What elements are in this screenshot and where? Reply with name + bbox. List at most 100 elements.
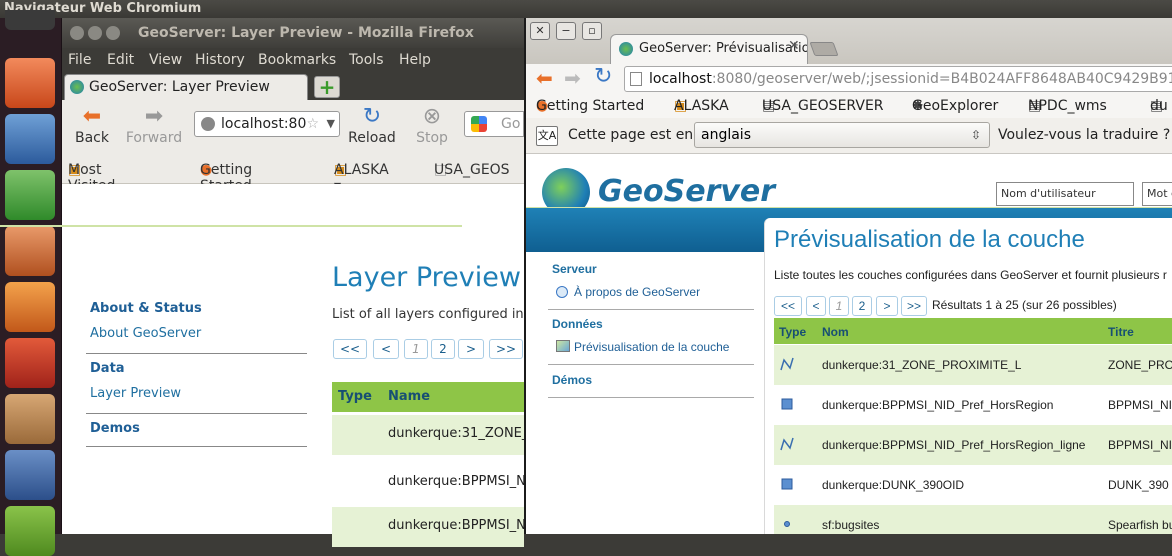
line-layer-icon: [780, 357, 794, 371]
column-title: Titre: [1108, 325, 1134, 339]
pager-page-1[interactable]: 1: [404, 339, 428, 359]
geoserver-favicon-icon: [70, 80, 84, 94]
pager-prev[interactable]: <: [806, 296, 826, 316]
menu-history[interactable]: History: [195, 52, 245, 68]
table-row: dunkerque:DUNK_390OID DUNK_390: [774, 465, 1172, 505]
column-name: Name: [388, 389, 431, 404]
maximize-icon[interactable]: ▫: [582, 22, 602, 40]
new-tab-icon[interactable]: [809, 42, 839, 56]
menu-bookmarks[interactable]: Bookmarks: [258, 52, 336, 68]
menu-file[interactable]: File: [68, 52, 91, 68]
launcher: [0, 10, 62, 556]
pager-last[interactable]: >>: [901, 296, 927, 316]
bookmarks-bar: ● Getting Started ▣ ALASKA ▤ USA_GEOSERV…: [526, 94, 1172, 118]
menu-edit[interactable]: Edit: [107, 52, 134, 68]
column-name: Nom: [822, 325, 849, 339]
menu-help[interactable]: Help: [399, 52, 431, 68]
sidebar-heading-data: Data: [90, 361, 125, 376]
settings-icon[interactable]: [5, 338, 55, 388]
column-type: Type: [779, 325, 807, 339]
tab-layer-preview[interactable]: GeoServer: Layer Preview: [64, 74, 308, 100]
tab-close-icon[interactable]: ✕: [788, 38, 800, 54]
minimize-icon[interactable]: [88, 26, 102, 40]
pager-next[interactable]: >: [876, 296, 898, 316]
polygon-layer-icon: [781, 478, 793, 490]
close-icon[interactable]: ✕: [530, 22, 550, 40]
results-count: Résultats 1 à 25 (sur 26 possibles): [932, 298, 1117, 312]
page-title: Layer Preview: [332, 262, 521, 293]
bookmark-star-icon[interactable]: ☆: [306, 112, 319, 136]
password-input[interactable]: Mot d: [1142, 182, 1172, 206]
tab-previsualisation[interactable]: GeoServer: Prévisualisatio: [610, 34, 808, 64]
bookmarks-toolbar: ▣ Most Visited ▾ ● Getting Started ▣ALAS…: [62, 158, 524, 210]
table-row: dunkerque:31_ZONE_: [332, 415, 528, 455]
back-arrow-icon[interactable]: ⬅: [536, 66, 553, 90]
nav-item-preview[interactable]: Prévisualisation de la couche: [574, 340, 729, 354]
info-icon: [556, 286, 568, 298]
top-panel-title: Navigateur Web Chromium: [0, 0, 1172, 18]
search-input[interactable]: Go: [464, 111, 524, 137]
table-row: dunkerque:BPPMSI_N: [332, 463, 526, 503]
reload-icon[interactable]: ↻: [594, 64, 612, 89]
software-center-icon[interactable]: [5, 282, 55, 332]
back-arrow-icon: ⬅: [82, 104, 102, 129]
postgresql-icon[interactable]: [5, 450, 55, 500]
layer-preview-icon: [556, 340, 570, 352]
language-select[interactable]: anglais ⇳: [694, 122, 990, 148]
chevron-updown-icon: ⇳: [970, 128, 981, 142]
pager-first[interactable]: <<: [774, 296, 802, 316]
geoserver-logo-text: GeoServer: [598, 174, 776, 209]
pager-page-2[interactable]: 2: [431, 339, 455, 359]
calc-icon[interactable]: [5, 170, 55, 220]
menu-tools[interactable]: Tools: [349, 52, 384, 68]
tab-strip: ✕ − ▫ GeoServer: Prévisualisatio ✕: [526, 18, 1172, 64]
reload-button[interactable]: ↻ Reload: [342, 104, 402, 146]
forward-button[interactable]: ➡ Forward: [124, 104, 184, 146]
page-description: Liste toutes les couches configurées dan…: [774, 268, 1167, 282]
page-icon: [630, 72, 642, 86]
dash-icon[interactable]: [5, 10, 55, 30]
impress-icon[interactable]: [5, 226, 55, 276]
translate-question: Voulez-vous la traduire ?: [998, 127, 1171, 143]
pager-first[interactable]: <<: [333, 339, 367, 359]
pager-prev[interactable]: <: [373, 339, 399, 359]
pager-page-1[interactable]: 1: [829, 296, 849, 316]
translate-label: Cette page est en: [568, 127, 694, 143]
tab-title: GeoServer: Layer Preview: [89, 79, 270, 95]
stop-button[interactable]: ⊗ Stop: [402, 104, 462, 146]
reload-icon: ↻: [362, 104, 382, 129]
window-title: GeoServer: Layer Preview - Mozilla Firef…: [62, 18, 524, 48]
menu-view[interactable]: View: [149, 52, 182, 68]
maximize-icon[interactable]: [106, 26, 120, 40]
google-icon: [471, 116, 487, 132]
writer-icon[interactable]: [5, 114, 55, 164]
forward-arrow-icon[interactable]: ➡: [564, 66, 581, 90]
new-tab-icon[interactable]: +: [314, 76, 340, 98]
username-input[interactable]: Nom d'utilisateur: [996, 182, 1134, 206]
page-description: List of all layers configured in: [332, 307, 524, 322]
url-bar[interactable]: localhost:80 ☆ ▼: [194, 111, 340, 137]
point-layer-icon: [784, 521, 790, 527]
files-icon[interactable]: [5, 58, 55, 108]
pager-next[interactable]: >: [458, 339, 484, 359]
nav-item-apropos[interactable]: À propos de GeoServer: [574, 285, 700, 299]
menubar: File Edit View History Bookmarks Tools H…: [62, 48, 524, 74]
minimize-icon[interactable]: −: [556, 22, 576, 40]
back-button[interactable]: ⬅ Back: [62, 104, 122, 146]
app-icon[interactable]: [5, 506, 55, 556]
close-icon[interactable]: [70, 26, 84, 40]
nav-heading-demos[interactable]: Démos: [552, 373, 592, 387]
sidebar-item-layer-preview[interactable]: Layer Preview: [90, 386, 181, 401]
update-icon[interactable]: [5, 394, 55, 444]
geoserver-favicon-icon: [619, 42, 633, 56]
pager-last[interactable]: >>: [489, 339, 523, 359]
sidebar-heading-demos: Demos: [90, 421, 140, 436]
column-type: Type: [338, 389, 372, 404]
table-row: dunkerque:BPPMSI_N: [332, 507, 526, 547]
sidebar-item-about-geoserver[interactable]: About GeoServer: [90, 326, 201, 341]
table-row: dunkerque:BPPMSI_NID_Pref_HorsRegion_lig…: [774, 425, 1172, 465]
chevron-down-icon[interactable]: ▼: [327, 112, 335, 136]
url-bar[interactable]: localhost:8080/geoserver/web/;jsessionid…: [624, 66, 1172, 92]
pager-page-2[interactable]: 2: [852, 296, 872, 316]
polygon-layer-icon: [781, 398, 793, 410]
